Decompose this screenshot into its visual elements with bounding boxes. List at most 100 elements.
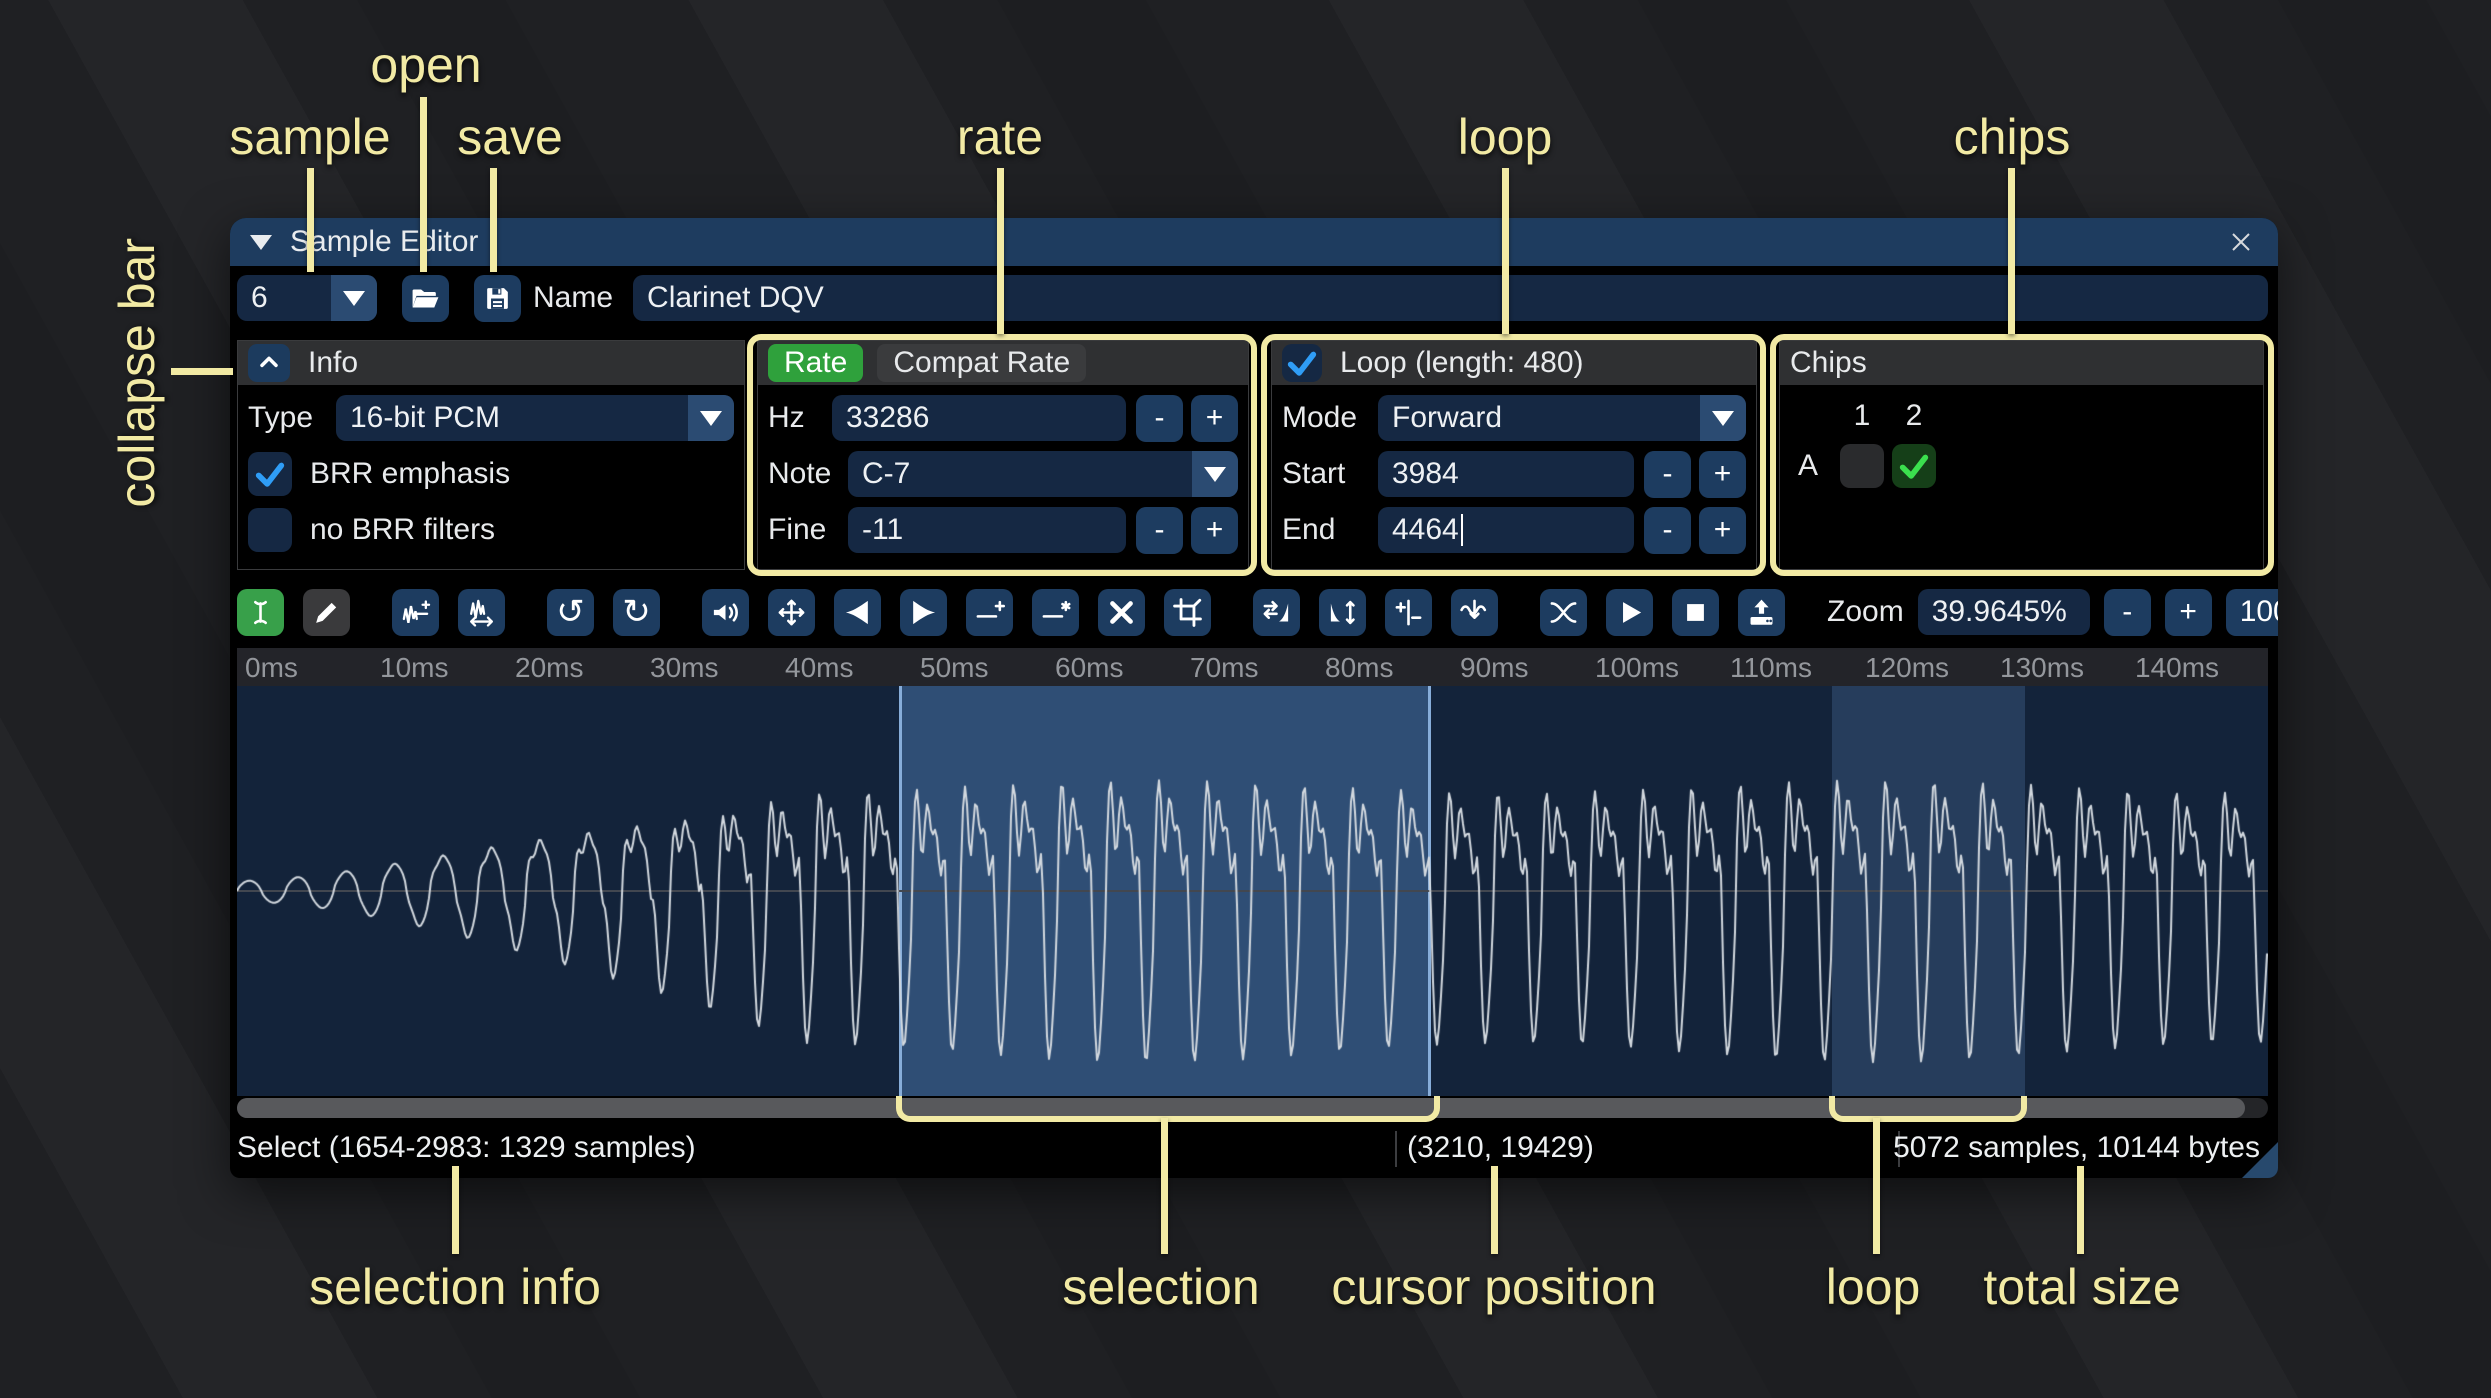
annotation-box-chips [1770, 334, 2274, 576]
ruler-tick: 0ms [245, 652, 298, 683]
ruler-tick: 130ms [2000, 652, 2085, 683]
annotation-rate: rate [956, 109, 1044, 165]
brr-emphasis-label: BRR emphasis [310, 457, 511, 490]
fade-out-button[interactable] [900, 588, 947, 636]
stop-preview-button[interactable] [1672, 588, 1719, 636]
annotation-bracket-loop [1829, 1096, 2027, 1122]
dropdown-arrow-zone[interactable] [331, 275, 377, 321]
selection-info-text: Select (1654-2983: 1329 samples) [237, 1131, 696, 1164]
no-brr-filters-checkbox[interactable] [248, 508, 292, 552]
zoom-label: Zoom [1827, 595, 1904, 628]
restore-backup-button[interactable] [1738, 588, 1785, 636]
type-row: Type 16-bit PCM [248, 395, 734, 441]
sample-name-value: Clarinet DQV [647, 281, 824, 314]
annotation-line-loop-top [1502, 168, 1509, 334]
close-button[interactable] [2224, 225, 2258, 259]
brr-emphasis-checkbox[interactable] [248, 452, 292, 496]
window-title: Sample Editor [290, 225, 479, 258]
upload-tray-icon [1750, 599, 1773, 625]
undo-button[interactable]: ↺ [547, 588, 594, 636]
apply-silence-button[interactable] [1032, 588, 1079, 636]
zoom-out-button[interactable]: - [2103, 588, 2151, 636]
annotation-loop-bottom: loop [1825, 1259, 1921, 1315]
ruler-tick: 100ms [1595, 652, 1680, 683]
edit-mode-draw-button[interactable] [303, 588, 350, 636]
delete-button[interactable] [1098, 588, 1145, 636]
annotation-line-chips [2008, 168, 2015, 334]
screenshot-stage: Sample Editor 6 Name Clarinet DQV Info T… [0, 0, 2491, 1398]
resample-waveform-icon [470, 599, 493, 627]
apply-silence-icon [1042, 600, 1071, 618]
reverse-icon [1263, 600, 1289, 622]
resize-button[interactable] [392, 588, 439, 636]
redo-button[interactable]: ↻ [613, 588, 660, 636]
ruler-tick: 40ms [785, 652, 854, 683]
annotation-total-size: total size [1983, 1259, 2181, 1315]
ruler-tick: 140ms [2135, 652, 2220, 683]
delete-x-icon [1110, 600, 1133, 624]
stop-icon [1687, 603, 1704, 621]
annotation-line-save [490, 168, 497, 272]
open-sample-button[interactable] [402, 274, 449, 322]
time-ruler[interactable]: 0ms 10ms 20ms 30ms 40ms 50ms 60ms 70ms 8… [237, 648, 2268, 688]
annotation-collapse-bar: collapse bar [109, 238, 165, 508]
preview-sample-button[interactable] [1606, 588, 1653, 636]
apply-filter-button[interactable] [1451, 588, 1498, 636]
window-collapse-triangle-icon[interactable] [250, 234, 272, 250]
resample-button[interactable] [458, 588, 505, 636]
ruler-tick: 30ms [650, 652, 719, 683]
resize-waveform-icon [402, 599, 431, 623]
collapse-info-button[interactable] [248, 344, 290, 382]
annotation-open: open [370, 37, 482, 93]
name-label: Name [533, 281, 614, 314]
info-panel-header: Info [238, 341, 744, 385]
status-separator [1395, 1131, 1397, 1167]
info-panel: Info Type 16-bit PCM BRR emphasis no BRR… [237, 340, 745, 570]
annotation-selection: selection [1062, 1259, 1260, 1315]
dropdown-arrow-zone[interactable] [688, 395, 734, 441]
annotation-line-cursor-position [1491, 1166, 1498, 1254]
window-titlebar[interactable]: Sample Editor [230, 218, 2278, 266]
annotation-line-sample [307, 168, 314, 272]
redo-icon: ↻ [622, 593, 651, 631]
invert-icon [1330, 600, 1355, 624]
reverse-button[interactable] [1253, 588, 1300, 636]
chevron-down-icon [343, 290, 365, 306]
waveform-canvas[interactable] [237, 686, 2268, 1096]
annotation-line-selection-info [452, 1166, 459, 1254]
edit-mode-select-button[interactable] [237, 588, 284, 636]
zoom-reset-button[interactable]: 100% [2225, 588, 2278, 636]
type-label: Type [248, 401, 314, 434]
trim-button[interactable] [1164, 588, 1211, 636]
annotation-sample: sample [229, 109, 391, 165]
ruler-tick: 60ms [1055, 652, 1124, 683]
zoom-input[interactable]: 39.9645% [1917, 589, 2090, 635]
sample-number-dropdown[interactable]: 6 [237, 275, 377, 321]
annotation-save: save [457, 109, 563, 165]
annotation-line-rate [997, 168, 1004, 334]
waveform-view[interactable] [237, 686, 2268, 1096]
annotation-bracket-selection [896, 1096, 1440, 1122]
fade-in-button[interactable] [834, 588, 881, 636]
sample-type-value: 16-bit PCM [350, 401, 501, 434]
ruler-tick: 70ms [1190, 652, 1259, 683]
invert-button[interactable] [1319, 588, 1366, 636]
sample-name-input[interactable]: Clarinet DQV [633, 275, 2268, 321]
insert-silence-button[interactable] [966, 588, 1013, 636]
annotation-line-selection [1161, 1118, 1168, 1254]
window-resize-grip[interactable] [2242, 1142, 2278, 1178]
sample-type-dropdown[interactable]: 16-bit PCM [336, 395, 734, 441]
sign-invert-button[interactable] [1385, 588, 1432, 636]
normalize-button[interactable] [768, 588, 815, 636]
zoom-value: 39.9645% [1931, 595, 2067, 628]
chevron-down-icon [700, 410, 722, 426]
amplify-button[interactable] [702, 588, 749, 636]
open-folder-icon [412, 288, 439, 308]
annotation-selection-info: selection info [309, 1259, 601, 1315]
arrows-expand-icon [778, 599, 805, 625]
sample-row: 6 Name Clarinet DQV [237, 274, 2268, 322]
zoom-in-button[interactable]: + [2164, 588, 2212, 636]
crossfade-loop-points-button[interactable] [1540, 588, 1587, 636]
crossfade-icon [1550, 601, 1577, 623]
save-sample-button[interactable] [474, 274, 521, 322]
